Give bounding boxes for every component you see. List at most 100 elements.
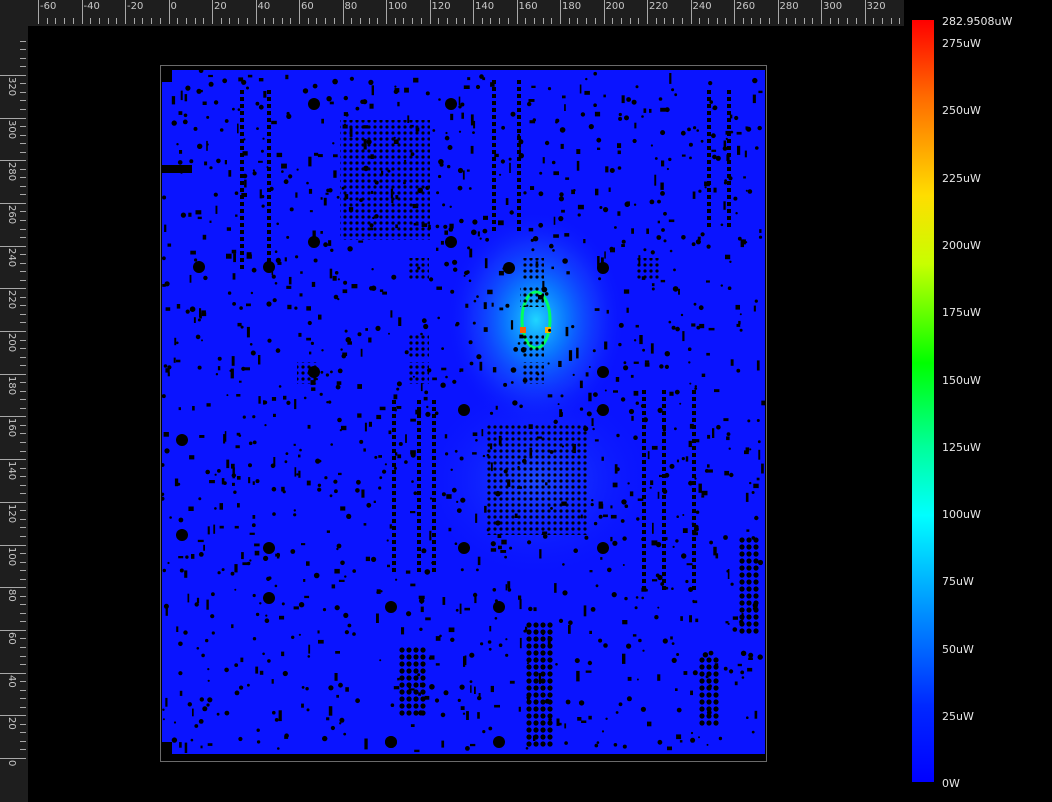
- smd-component: [662, 418, 666, 422]
- smd-component: [492, 227, 496, 231]
- ruler-top-label: 200: [605, 1, 625, 12]
- via: [369, 223, 374, 228]
- via: [224, 119, 229, 123]
- smd-component: [432, 449, 436, 453]
- smd-component: [410, 724, 415, 727]
- smd-component: [392, 470, 396, 474]
- smd-component: [425, 617, 431, 621]
- via: [510, 367, 517, 373]
- smd-component: [240, 118, 244, 122]
- smd-component: [692, 544, 696, 548]
- smd-component: [662, 551, 666, 555]
- smd-component: [273, 413, 276, 417]
- smd-component: [662, 579, 666, 583]
- smd-component: [692, 572, 696, 576]
- smd-component: [591, 418, 594, 426]
- via: [343, 612, 349, 619]
- smd-component: [662, 572, 666, 576]
- smd-component: [390, 310, 393, 318]
- smd-component: [283, 395, 287, 400]
- smd-component: [465, 303, 469, 308]
- ruler-top-minor-tick: [116, 18, 118, 24]
- via: [616, 433, 620, 438]
- smd-component: [580, 514, 583, 519]
- via: [429, 684, 435, 690]
- via: [638, 638, 642, 643]
- via: [631, 99, 637, 105]
- smd-component: [644, 360, 650, 363]
- via: [507, 588, 512, 592]
- via: [676, 707, 682, 713]
- smd-component: [417, 414, 421, 418]
- smd-component: [417, 554, 421, 558]
- colorbar-tick-label: 75uW: [942, 575, 974, 589]
- smd-component: [727, 97, 731, 101]
- connector-pin: [713, 692, 719, 698]
- via: [615, 467, 620, 472]
- smd-component: [686, 563, 693, 566]
- via: [460, 568, 464, 572]
- via: [413, 491, 418, 496]
- via: [404, 460, 408, 464]
- via: [450, 289, 455, 294]
- smd-component: [692, 530, 696, 534]
- via: [378, 486, 382, 490]
- via: [450, 637, 455, 642]
- ruler-top-minor-tick: [151, 18, 153, 24]
- via: [702, 652, 709, 658]
- via: [328, 685, 334, 691]
- via: [680, 313, 684, 317]
- smd-component: [551, 266, 554, 270]
- connector-pin: [540, 699, 546, 705]
- via: [494, 617, 498, 620]
- connector-pin: [406, 675, 412, 681]
- smd-component: [692, 446, 696, 450]
- ruler-left-minor-tick: [20, 134, 26, 136]
- smd-component: [267, 139, 271, 143]
- via: [657, 739, 663, 745]
- ruler-left-minor-tick: [20, 450, 26, 452]
- smd-component: [692, 191, 696, 199]
- ruler-left-major-tick: [0, 758, 26, 759]
- smd-component: [436, 286, 442, 290]
- smd-component: [517, 108, 521, 112]
- connector-pin: [406, 710, 412, 716]
- via: [459, 218, 464, 224]
- smd-component: [477, 231, 480, 237]
- smd-component: [365, 556, 370, 562]
- power-density-map[interactable]: [162, 70, 765, 754]
- smd-component: [477, 556, 481, 566]
- via: [698, 189, 702, 193]
- smd-component: [387, 564, 390, 568]
- colorbar-tick-label: 50uW: [942, 642, 974, 656]
- via: [666, 167, 669, 171]
- via: [226, 394, 229, 397]
- smd-component: [343, 112, 348, 116]
- ruler-left-minor-tick: [20, 279, 26, 281]
- smd-component: [727, 181, 731, 185]
- ruler-top-minor-tick: [794, 18, 796, 24]
- ruler-left-minor-tick: [20, 681, 26, 683]
- via: [420, 601, 423, 605]
- smd-component: [417, 491, 421, 495]
- ruler-top-minor-tick: [681, 18, 683, 24]
- via: [217, 571, 221, 575]
- connector-pin: [406, 668, 412, 674]
- smd-component: [180, 90, 183, 101]
- smd-component: [500, 550, 507, 553]
- ruler-top-minor-tick: [403, 18, 405, 24]
- connector-pin: [540, 678, 546, 684]
- via: [411, 480, 414, 483]
- smd-component: [553, 234, 559, 238]
- via: [552, 249, 555, 252]
- connector-pin: [753, 600, 759, 606]
- mounting-via: [263, 542, 275, 554]
- via: [751, 730, 755, 734]
- ruler-top-major-tick: [603, 0, 605, 24]
- smd-component: [178, 556, 184, 559]
- ruler-left-minor-tick: [20, 595, 26, 597]
- smd-component: [692, 558, 696, 562]
- connector-pin: [706, 713, 712, 719]
- smd-component: [692, 537, 696, 541]
- smd-component: [572, 443, 576, 454]
